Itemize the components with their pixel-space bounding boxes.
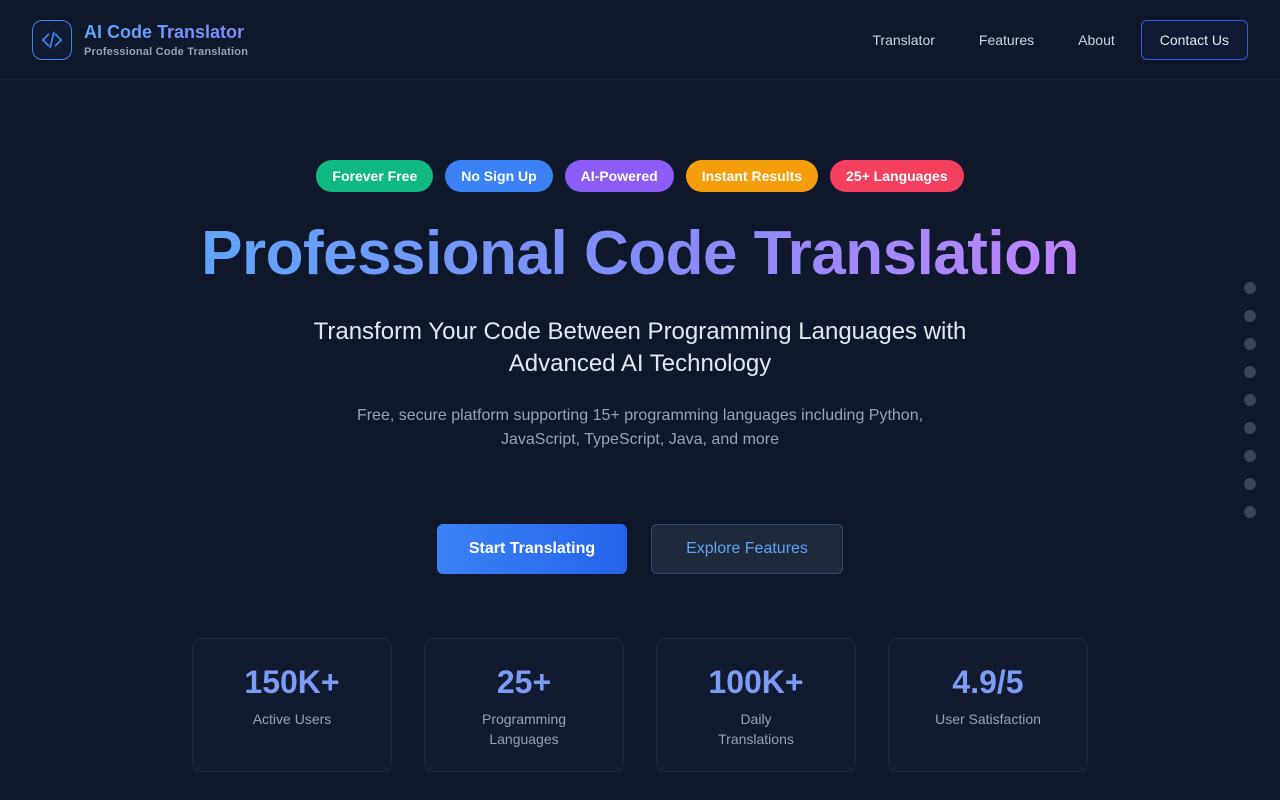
page: AI Code Translator Professional Code Tra… <box>0 0 1280 800</box>
stat-value: 25+ <box>496 664 552 700</box>
stat-card-active-users: 150K+ Active Users <box>192 638 392 772</box>
stat-card-languages: 25+ Programming Languages <box>424 638 624 772</box>
main-nav: Translator Features About Contact Us <box>850 19 1248 60</box>
site-header: AI Code Translator Professional Code Tra… <box>0 0 1280 80</box>
start-translating-button[interactable]: Start Translating <box>437 524 627 574</box>
section-dot[interactable] <box>1244 282 1256 294</box>
stat-label: User Satisfaction <box>935 711 1041 727</box>
badge-forever-free: Forever Free <box>316 160 434 192</box>
cta-group: Start Translating Explore Features <box>0 524 1280 574</box>
hero-title: Professional Code Translation <box>0 218 1280 289</box>
badge-no-sign-up: No Sign Up <box>445 160 553 192</box>
brand-subtitle: Professional Code Translation <box>84 45 249 58</box>
badge-instant-results: Instant Results <box>685 160 819 192</box>
section-dot[interactable] <box>1244 506 1256 518</box>
section-dot[interactable] <box>1244 338 1256 350</box>
section-dot[interactable] <box>1244 394 1256 406</box>
stats-row: 150K+ Active Users 25+ Programming Langu… <box>192 638 1088 772</box>
section-dot[interactable] <box>1244 366 1256 378</box>
feature-badges: Forever Free No Sign Up AI-Powered Insta… <box>0 160 1280 192</box>
hero-description: Free, secure platform supporting 15+ pro… <box>356 407 924 448</box>
code-brackets-icon <box>32 19 72 60</box>
badge-ai-powered: AI-Powered <box>564 160 674 192</box>
badge-languages: 25+ Languages <box>830 160 964 192</box>
stat-label: Programming Languages <box>481 711 567 747</box>
nav-link-features[interactable]: Features <box>957 22 1056 58</box>
brand-logo-link[interactable]: AI Code Translator Professional Code Tra… <box>32 19 248 60</box>
stat-label: Daily Translations <box>718 711 794 747</box>
stat-label: Active Users <box>252 711 332 727</box>
contact-us-button[interactable]: Contact Us <box>1140 19 1248 60</box>
nav-link-about[interactable]: About <box>1056 22 1137 58</box>
section-dot[interactable] <box>1244 310 1256 322</box>
nav-link-translator[interactable]: Translator <box>850 22 957 58</box>
section-dot[interactable] <box>1244 422 1256 434</box>
stat-value: 100K+ <box>708 664 804 700</box>
brand-title: AI Code Translator <box>84 22 248 43</box>
stat-card-daily-translations: 100K+ Daily Translations <box>656 638 856 772</box>
stat-value: 4.9/5 <box>952 664 1024 700</box>
section-dot[interactable] <box>1244 450 1256 462</box>
brand-text: AI Code Translator Professional Code Tra… <box>84 22 248 58</box>
section-nav-dots <box>1244 282 1256 518</box>
section-dot[interactable] <box>1244 478 1256 490</box>
hero-subtitle: Transform Your Code Between Programming … <box>313 318 967 377</box>
stat-value: 150K+ <box>244 664 340 700</box>
hero-title-text: Professional Code Translation <box>201 219 1079 288</box>
explore-features-button[interactable]: Explore Features <box>651 524 843 574</box>
stat-card-satisfaction: 4.9/5 User Satisfaction <box>888 638 1088 772</box>
